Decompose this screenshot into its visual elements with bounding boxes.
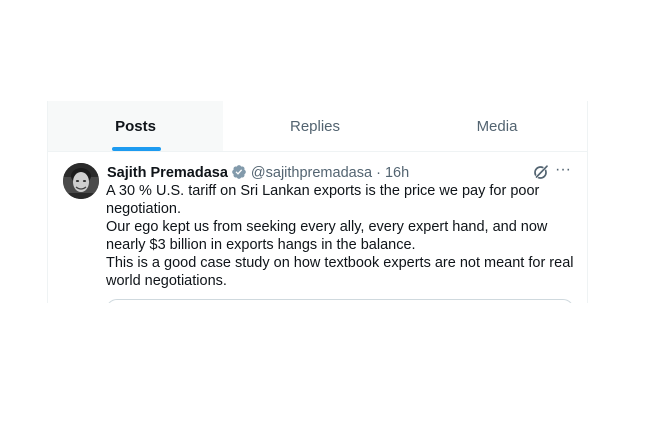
post-timestamp[interactable]: 16h [385,165,409,181]
post-text: A 30 % U.S. tariff on Sri Lankan exports… [106,182,576,290]
tab-media[interactable]: Media [407,101,587,151]
avatar[interactable] [63,163,99,199]
post-text-line: A 30 % U.S. tariff on Sri Lankan exports… [106,183,540,217]
grok-icon[interactable] [532,163,550,181]
post-item[interactable]: Sajith Premadasa @sajithpremadasa · 16h ·… [48,152,587,303]
tab-posts[interactable]: Posts [48,101,223,151]
profile-timeline-panel: Posts Replies Media Sajith Premadasa @saj… [47,101,588,303]
active-tab-indicator [112,147,161,151]
avatar-image [63,163,99,199]
author-handle[interactable]: @sajithpremadasa [251,165,372,181]
separator-dot: · [376,165,381,181]
author-name[interactable]: Sajith Premadasa [107,165,228,181]
post-text-line: Our ego kept us from seeking every ally,… [106,219,548,253]
tab-replies[interactable]: Replies [223,101,407,151]
media-card-preview[interactable] [106,299,574,303]
more-options-icon[interactable]: ··· [553,162,573,181]
profile-tabs: Posts Replies Media [48,101,587,152]
post-text-line: This is a good case study on how textboo… [106,255,574,289]
post-header: Sajith Premadasa @sajithpremadasa · 16h [107,164,409,182]
